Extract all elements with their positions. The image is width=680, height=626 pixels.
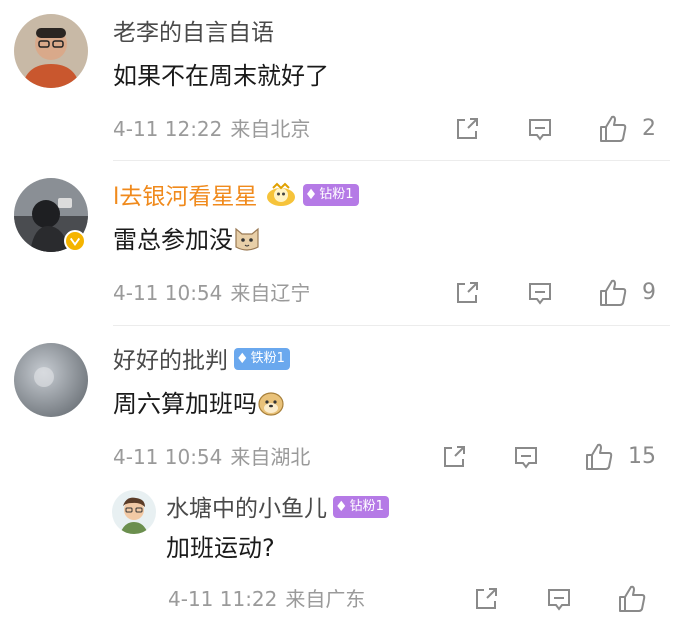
like-count: 15 (628, 444, 656, 469)
fan-badge-label: 钻粉1 (349, 498, 384, 514)
username-text[interactable]: 水塘中的小鱼儿 (166, 496, 327, 522)
comment-meta: 4-11 12:22 来自北京 (113, 116, 318, 142)
comment-icon[interactable] (527, 280, 553, 306)
share-icon[interactable] (441, 444, 467, 470)
fan-badge-label: 铁粉1 (250, 350, 285, 366)
share-icon[interactable] (473, 586, 499, 612)
comment-location: 来自湖北 (230, 445, 311, 469)
fan-crown-icon (265, 182, 297, 208)
diamond-icon: ♦ (304, 186, 318, 203)
reply-text: 加班运动? (166, 534, 275, 562)
username[interactable]: l去银河看星星 ♦ 钻粉1 (113, 182, 359, 212)
comment-text: 如果不在周末就好了 (113, 62, 329, 90)
diamond-icon: ♦ (335, 498, 348, 515)
fan-badge[interactable]: ♦ 钻粉1 (302, 183, 359, 206)
comment-text-content: 周六算加班吗 (113, 390, 257, 418)
like-icon[interactable] (598, 278, 628, 308)
comment-meta: 4-11 10:54 来自辽宁 (113, 280, 318, 306)
like-icon[interactable] (617, 584, 647, 614)
share-icon[interactable] (454, 280, 480, 306)
reply-location: 来自广东 (285, 587, 366, 611)
username[interactable]: 好好的批判 ♦ 铁粉1 (113, 346, 290, 376)
doge-emoji-icon (257, 389, 285, 417)
avatar[interactable] (112, 490, 156, 534)
comment-text-content: 雷总参加没 (113, 226, 233, 254)
comment-icon[interactable] (513, 444, 539, 470)
fan-badge[interactable]: ♦ 铁粉1 (234, 347, 290, 370)
username-text[interactable]: 好好的批判 (113, 348, 228, 374)
verified-icon (64, 230, 86, 252)
share-icon[interactable] (454, 116, 480, 142)
comment-text: 周六算加班吗 (113, 388, 285, 420)
like-icon[interactable] (584, 442, 614, 472)
comment-text: 雷总参加没 (113, 224, 261, 256)
like-icon[interactable] (598, 114, 628, 144)
comment-location: 来自北京 (230, 117, 311, 141)
reply-time: 4-11 11:22 (168, 587, 278, 611)
like-count: 9 (642, 280, 656, 305)
comment-icon[interactable] (527, 116, 553, 142)
comment-time: 4-11 10:54 (113, 445, 223, 469)
username[interactable]: 水塘中的小鱼儿 ♦ 钻粉1 (166, 494, 389, 524)
avatar[interactable] (14, 343, 88, 417)
username-text[interactable]: l去银河看星星 (113, 184, 257, 210)
comment-location: 来自辽宁 (230, 281, 311, 305)
comment-icon[interactable] (546, 586, 572, 612)
comment-time: 4-11 10:54 (113, 281, 223, 305)
divider (113, 325, 670, 326)
fan-badge-label: 钻粉1 (319, 186, 354, 202)
reply-meta: 4-11 11:22 来自广东 (168, 586, 373, 612)
fan-badge[interactable]: ♦ 钻粉1 (333, 495, 389, 518)
cat-emoji-icon (233, 225, 261, 253)
comment-time: 4-11 12:22 (113, 117, 223, 141)
divider (113, 160, 670, 161)
like-count: 2 (642, 116, 656, 141)
diamond-icon: ♦ (236, 350, 249, 367)
comment-meta: 4-11 10:54 来自湖北 (113, 444, 318, 470)
username[interactable]: 老李的自言自语 (113, 18, 274, 48)
comment-1: 老李的自言自语 如果不在周末就好了 4-11 12:22 来自北京 2 (0, 0, 680, 160)
avatar[interactable] (14, 14, 88, 88)
